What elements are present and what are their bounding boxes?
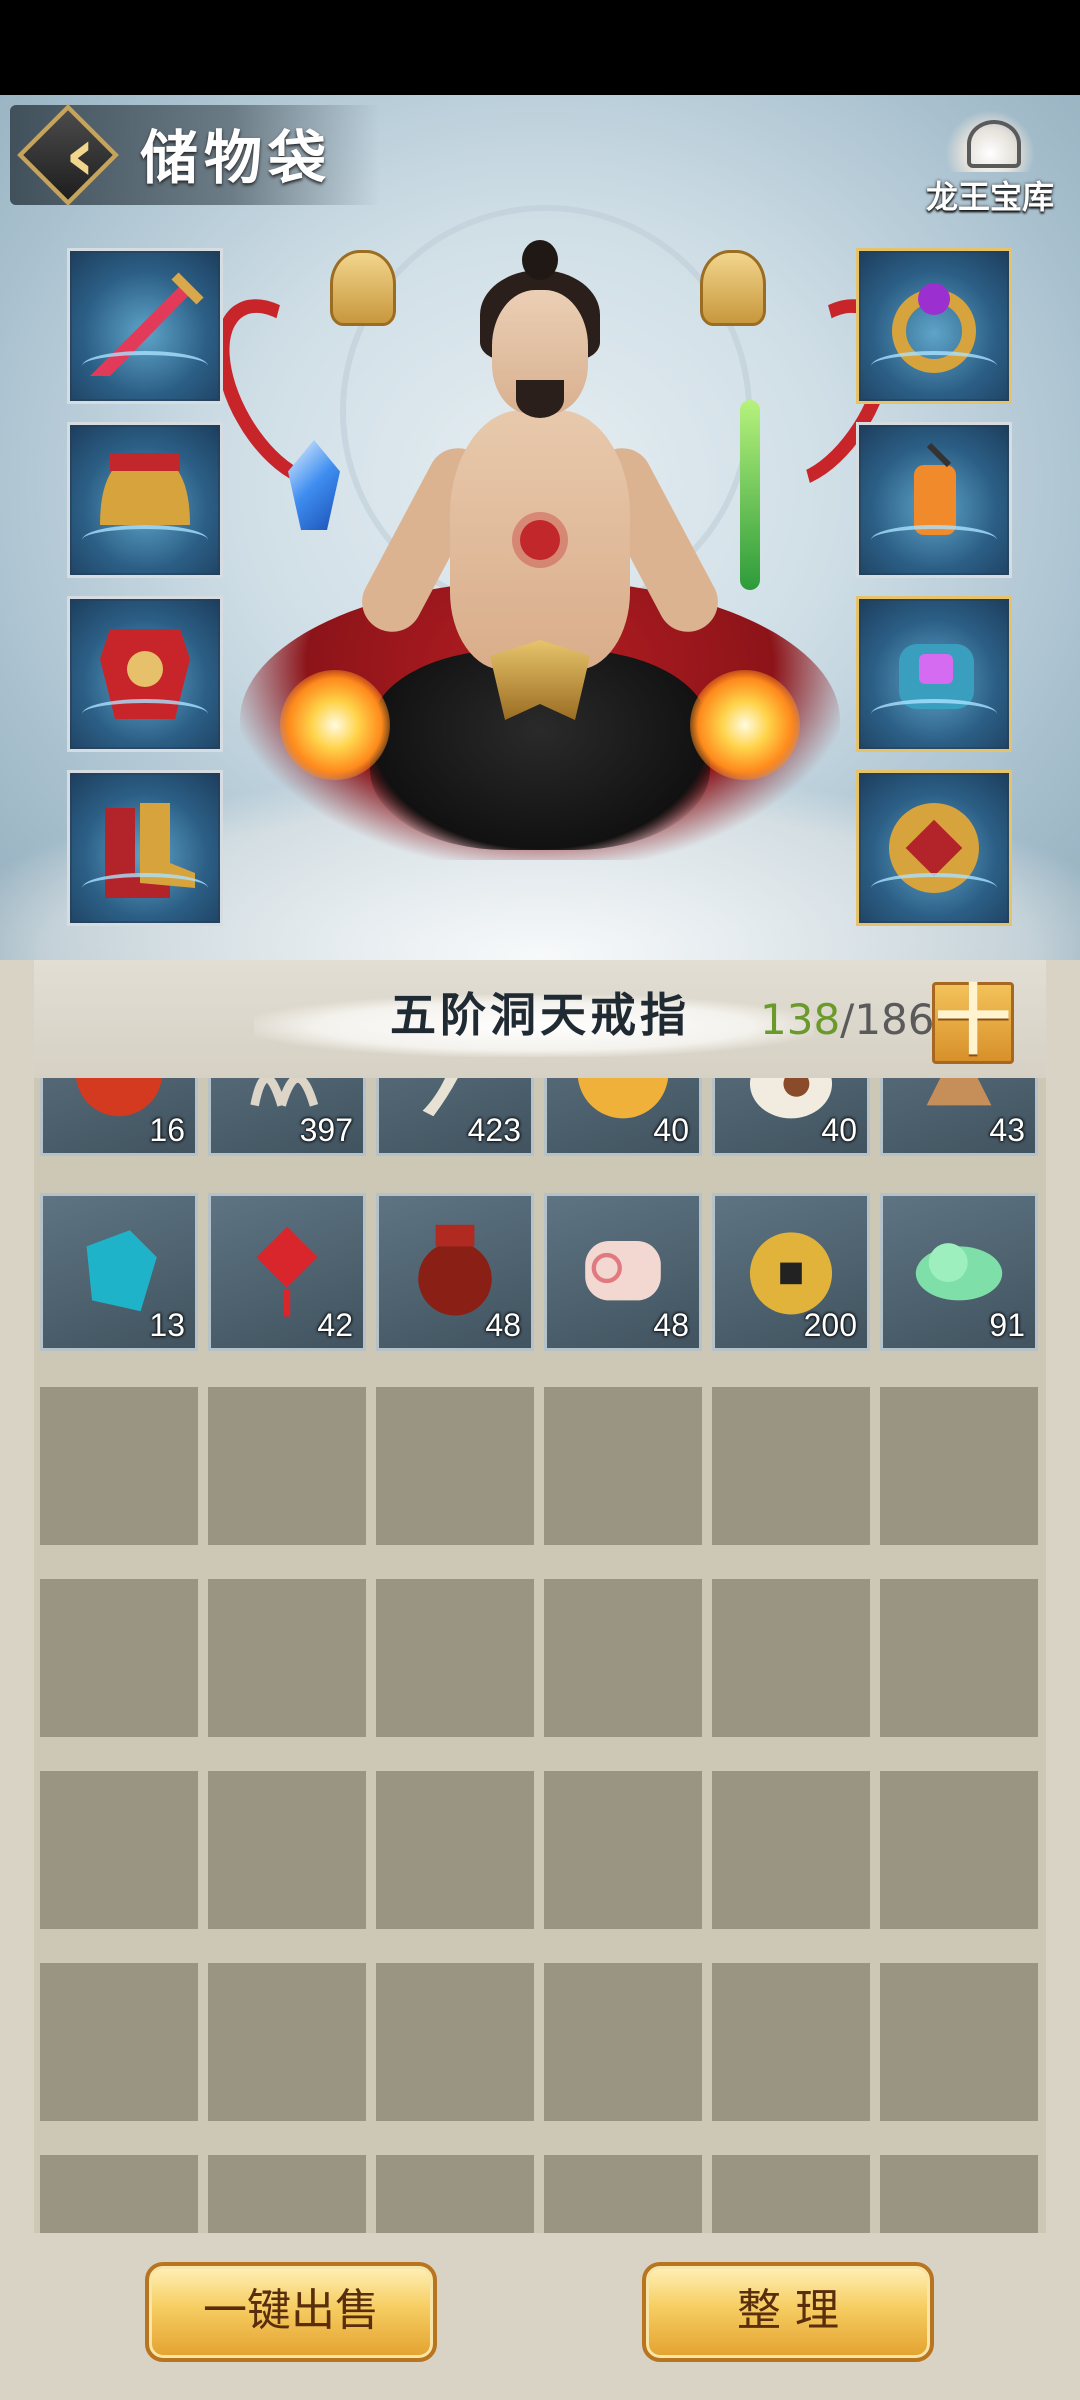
swirl-decoration [82,525,208,555]
item-quantity: 397 [299,1112,353,1148]
item-quantity: 423 [467,1112,521,1148]
arrange-button[interactable]: 整 理 [642,2262,934,2362]
empty-slot[interactable] [208,1963,366,2121]
inventory-item[interactable]: 40 [712,1078,870,1156]
inventory-item[interactable]: 423 [376,1078,534,1156]
capacity-counter: 138/186 [760,990,935,1050]
equip-slot-ring[interactable] [856,248,1012,404]
item-quantity: 13 [149,1307,185,1343]
dragon-king-treasury-button[interactable]: 龙王宝库 [905,110,1075,230]
empty-slot[interactable] [376,1771,534,1929]
equip-slot-bracelet[interactable] [856,596,1012,752]
copper-coin-icon [749,1232,833,1315]
equip-slot-weapon[interactable] [67,248,223,404]
equip-slot-helmet[interactable] [67,422,223,578]
hero-topknot [522,240,558,280]
item-quantity: 16 [149,1112,185,1148]
inventory-item[interactable]: 42 [208,1193,366,1351]
hero-character [185,240,923,950]
expand-capacity-button[interactable]: 十 [932,982,1014,1064]
swirl-decoration [871,351,997,381]
empty-slot[interactable] [880,1963,1038,2121]
empty-slot[interactable] [880,2155,1038,2233]
item-quantity: 40 [821,1112,857,1148]
empty-slot[interactable] [376,1963,534,2121]
empty-slot[interactable] [712,2155,870,2233]
inventory-grid[interactable]: 16 397 423 40 40 43 13 42 48 48 200 91 [34,1078,1046,2233]
jade-sword-artifact-icon [740,400,760,590]
gold-ornament-left [330,250,396,326]
inventory-item[interactable]: 43 [880,1078,1038,1156]
empty-slot[interactable] [544,1771,702,1929]
page-title: 储物袋 [140,124,333,192]
item-quantity: 200 [803,1307,857,1343]
chinese-knot-icon [256,1226,318,1317]
storage-ring-name: 五阶洞天戒指 [390,988,690,1042]
fire-glow-right [690,670,800,780]
swirl-decoration [871,873,997,903]
inventory-item[interactable]: 91 [880,1193,1038,1351]
item-quantity: 48 [653,1307,689,1343]
treasury-label: 龙王宝库 [925,178,1054,216]
empty-slot[interactable] [712,1771,870,1929]
inventory-item[interactable]: 13 [40,1193,198,1351]
equip-slot-badge[interactable] [856,770,1012,926]
empty-slot[interactable] [544,1963,702,2121]
swirl-decoration [82,699,208,729]
empty-slot[interactable] [208,1387,366,1545]
gold-ornament-right [700,250,766,326]
item-quantity: 43 [989,1112,1025,1148]
wine-jar-icon [418,1224,492,1316]
empty-slot[interactable] [712,1579,870,1737]
back-chevron-icon[interactable]: ‹ [30,105,130,205]
empty-slot[interactable] [208,2155,366,2233]
empty-slot[interactable] [712,1963,870,2121]
inventory-item[interactable]: 48 [376,1193,534,1351]
swirl-decoration [82,873,208,903]
hero-beard [516,380,564,418]
empty-slot[interactable] [880,1387,1038,1545]
inventory-item[interactable]: 200 [712,1193,870,1351]
empty-slot[interactable] [40,2155,198,2233]
empty-slot[interactable] [376,1387,534,1545]
equip-slot-pendant[interactable] [856,422,1012,578]
green-cloud-icon [915,1243,1003,1301]
empty-slot[interactable] [544,1579,702,1737]
sell-all-button[interactable]: 一键出售 [145,2262,437,2362]
item-quantity: 91 [989,1307,1025,1343]
empty-slot[interactable] [544,1387,702,1545]
empty-slot[interactable] [40,1579,198,1737]
swirl-decoration [871,525,997,555]
empty-slot[interactable] [376,1579,534,1737]
empty-slot[interactable] [880,1771,1038,1929]
swirl-decoration [871,699,997,729]
empty-slot[interactable] [40,1387,198,1545]
item-quantity: 40 [653,1112,689,1148]
item-quantity: 48 [485,1307,521,1343]
empty-slot[interactable] [712,1387,870,1545]
capacity-total: /186 [840,995,935,1044]
empty-slot[interactable] [544,2155,702,2233]
fire-glow-left [280,670,390,780]
inventory-item[interactable]: 397 [208,1078,366,1156]
blue-crystal-icon [86,1230,157,1312]
inventory-item[interactable]: 16 [40,1078,198,1156]
item-quantity: 42 [317,1307,353,1343]
empty-slot[interactable] [208,1579,366,1737]
capacity-used: 138 [760,995,841,1044]
status-bar [0,0,1080,95]
empty-slot[interactable] [40,1963,198,2121]
empty-slot[interactable] [40,1771,198,1929]
hero-tattoo [520,520,560,560]
treasury-emblem-icon [945,110,1035,172]
inventory-item[interactable]: 48 [544,1193,702,1351]
equip-slot-armor[interactable] [67,596,223,752]
empty-slot[interactable] [880,1579,1038,1737]
swirl-decoration [82,351,208,381]
empty-slot[interactable] [376,2155,534,2233]
empty-slot[interactable] [208,1771,366,1929]
swirl-cake-icon [585,1241,661,1301]
equip-slot-boots[interactable] [67,770,223,926]
inventory-item[interactable]: 40 [544,1078,702,1156]
